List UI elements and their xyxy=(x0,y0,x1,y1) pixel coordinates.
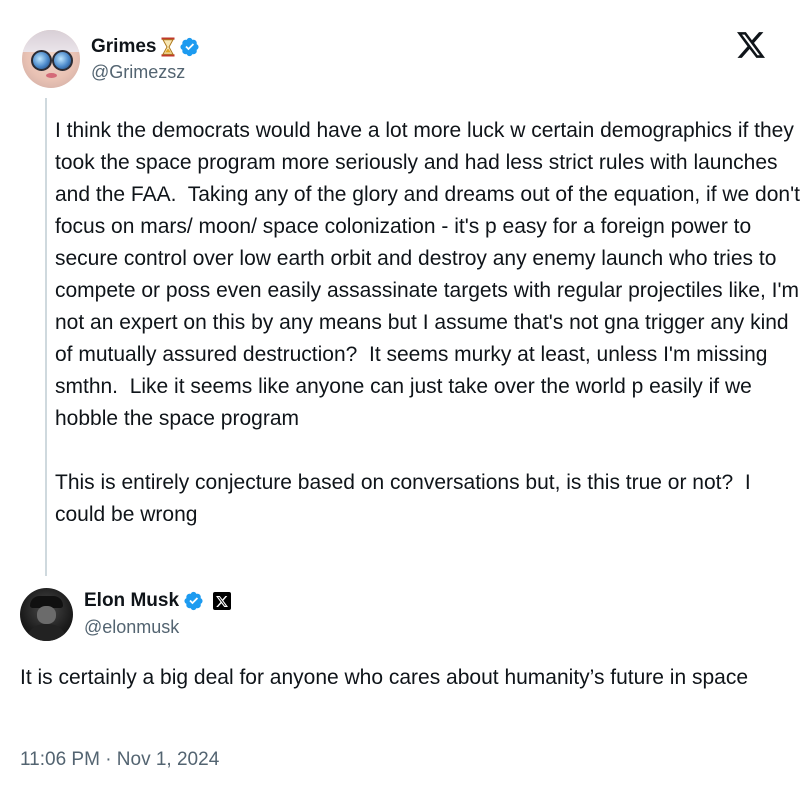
author-name-row: Grimes xyxy=(91,36,200,58)
tweet-text: It is certainly a big deal for anyone wh… xyxy=(20,666,749,689)
display-name[interactable]: Grimes xyxy=(91,36,156,58)
tweet-text: I think the democrats would have a lot m… xyxy=(55,119,800,526)
parent-tweet: Grimes @Grimezsz I think the democrats w… xyxy=(0,0,803,576)
thread-line xyxy=(45,98,47,576)
avatar[interactable] xyxy=(20,588,73,641)
avatar[interactable] xyxy=(22,30,80,88)
x-logo-icon[interactable] xyxy=(737,32,765,58)
display-name[interactable]: Elon Musk xyxy=(84,590,179,612)
timestamp[interactable]: 11:06 PM · Nov 1, 2024 xyxy=(20,749,219,771)
x-affiliation-icon[interactable] xyxy=(213,592,232,610)
verified-badge-icon xyxy=(184,591,203,611)
verified-badge-icon xyxy=(180,37,200,57)
hourglass-icon xyxy=(161,37,175,57)
handle[interactable]: @elonmusk xyxy=(84,617,179,638)
author-name-row: Elon Musk xyxy=(84,590,232,612)
handle[interactable]: @Grimezsz xyxy=(91,62,185,83)
